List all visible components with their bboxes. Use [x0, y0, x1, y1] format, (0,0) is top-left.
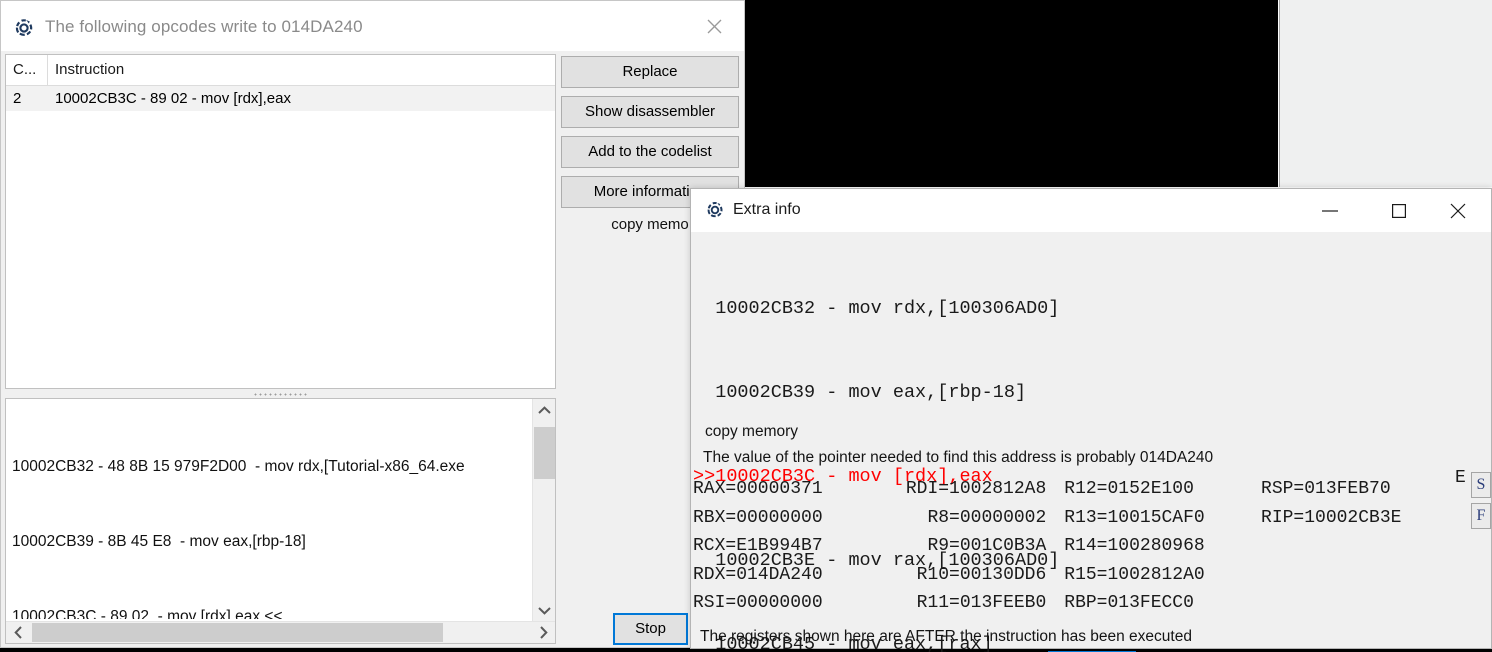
register-row: RDX=014DA240 R10=00130DD6 R15=1002812A0 [693, 561, 1483, 590]
opcode-list[interactable]: C... Instruction 2 10002CB3C - 89 02 - m… [5, 54, 556, 389]
scroll-down-icon[interactable] [533, 599, 556, 621]
extra-info-titlebar: Extra info [691, 189, 1491, 232]
background-gray-panel [1279, 0, 1492, 187]
vertical-scroll-track[interactable] [533, 421, 556, 599]
memo-textarea[interactable]: 10002CB32 - 48 8B 15 979F2D00 - mov rdx,… [6, 401, 531, 619]
register-cell: RBP=013FECC0 [1064, 593, 1194, 613]
register-cell [1261, 561, 1483, 590]
register-cell [1261, 589, 1483, 618]
register-row: RBX=00000000 R8=00000002 R13=10015CAF0 R… [693, 504, 1483, 533]
register-table: RAX=00000371 RDI=1002812A8 R12=0152E100 … [693, 475, 1483, 618]
page-title: The following opcodes write to 014DA240 [45, 17, 363, 36]
minimize-icon[interactable] [1307, 189, 1353, 232]
disasm-text: 10002CB39 - mov eax,[rbp-18] [715, 382, 1027, 403]
register-cell: R15=1002812A0 [1064, 564, 1205, 585]
opcode-watch-window: The following opcodes write to 014DA240 … [0, 0, 745, 648]
memo-vertical-scrollbar[interactable] [532, 399, 555, 621]
table-row[interactable]: 2 10002CB3C - 89 02 - mov [rdx],eax [6, 86, 555, 111]
disasm-prefix [693, 382, 715, 403]
stack-view-button[interactable]: S [1471, 472, 1491, 498]
register-cell: RSP=013FEB70 [1261, 479, 1391, 499]
memo-line: 10002CB39 - 8B 45 E8 - mov eax,[rbp-18] [12, 533, 306, 550]
scroll-up-icon[interactable] [533, 399, 556, 421]
register-cell: RDI=1002812A8 [905, 479, 1047, 499]
registers-after-note: The registers shown here are AFTER the i… [700, 628, 1192, 645]
register-cell: R10=00130DD6 [916, 564, 1047, 585]
pointer-hint-text: The value of the pointer needed to find … [703, 449, 1214, 466]
register-cell: R8=00000002 [927, 507, 1047, 528]
register-cell: R12=0152E100 [1064, 479, 1194, 499]
register-row: RAX=00000371 RDI=1002812A8 R12=0152E100 … [693, 475, 1483, 504]
cheat-engine-gear-icon [705, 200, 725, 220]
flags-view-button[interactable]: F [1471, 503, 1491, 529]
memo-line: 10002CB32 - 48 8B 15 979F2D00 - mov rdx,… [12, 458, 465, 475]
close-icon[interactable] [1435, 189, 1481, 232]
stop-button[interactable]: Stop [613, 613, 688, 645]
scroll-right-icon[interactable] [531, 622, 555, 643]
list-header: C... Instruction [6, 55, 555, 86]
disasm-line: 10002CB32 - mov rdx,[100306AD0] [691, 295, 1491, 323]
copy-memory-link[interactable]: copy memory [705, 423, 798, 441]
column-header-count[interactable]: C... [6, 55, 48, 85]
register-cell: R14=100280968 [1064, 536, 1205, 556]
register-row: RCX=E1B994B7 R9=001C0B3A R14=100280968 [693, 532, 1483, 561]
cheat-engine-gear-icon [13, 17, 35, 39]
disasm-line: 10002CB39 - mov eax,[rbp-18] [691, 379, 1491, 407]
register-cell: R9=001C0B3A [927, 536, 1047, 556]
disasm-prefix [693, 298, 715, 319]
register-cell: RDX=014DA240 [693, 564, 823, 585]
register-row: RSI=00000000 R11=013FEEB0 RBP=013FECC0 [693, 589, 1483, 618]
register-cell: RBX=00000000 [693, 507, 823, 528]
show-disassembler-button[interactable]: Show disassembler [561, 96, 739, 128]
column-header-instruction[interactable]: Instruction [48, 55, 555, 85]
register-cell: RSI=00000000 [693, 593, 823, 613]
register-cell [1261, 532, 1483, 561]
register-cell: RIP=10002CB3E [1261, 507, 1402, 528]
memo-panel: 10002CB32 - 48 8B 15 979F2D00 - mov rdx,… [5, 398, 556, 644]
register-cell: R11=013FEEB0 [916, 593, 1047, 613]
add-to-codelist-button[interactable]: Add to the codelist [561, 136, 739, 168]
register-cell: R13=10015CAF0 [1064, 507, 1205, 528]
extra-info-title: Extra info [733, 201, 801, 218]
edge-text-fragment: E [1455, 468, 1466, 488]
main-window-titlebar: The following opcodes write to 014DA240 [1, 1, 744, 51]
register-cell: RAX=00000371 [693, 479, 823, 499]
scroll-left-icon[interactable] [6, 622, 30, 643]
replace-button[interactable]: Replace [561, 56, 739, 88]
background-black-region [744, 0, 1278, 187]
cell-instruction: 10002CB3C - 89 02 - mov [rdx],eax [55, 90, 291, 107]
maximize-icon[interactable] [1376, 189, 1422, 232]
screen-root: The following opcodes write to 014DA240 … [0, 0, 1492, 652]
extra-info-body: 10002CB32 - mov rdx,[100306AD0] 10002CB3… [691, 232, 1491, 652]
memo-horizontal-scrollbar[interactable] [6, 621, 555, 643]
register-cell: RCX=E1B994B7 [693, 536, 823, 556]
splitter-grip-icon [252, 392, 309, 396]
memo-line: 10002CB3C - 89 02 - mov [rdx],eax << [12, 608, 283, 619]
panel-splitter[interactable] [5, 390, 556, 398]
disasm-text: 10002CB32 - mov rdx,[100306AD0] [715, 298, 1060, 319]
cell-count: 2 [13, 90, 22, 107]
vertical-scroll-thumb[interactable] [534, 427, 555, 479]
horizontal-scroll-thumb[interactable] [32, 623, 443, 642]
close-icon[interactable] [692, 11, 736, 41]
extra-info-dialog: Extra info 10002CB32 - mov rdx,[100306AD… [690, 188, 1492, 652]
